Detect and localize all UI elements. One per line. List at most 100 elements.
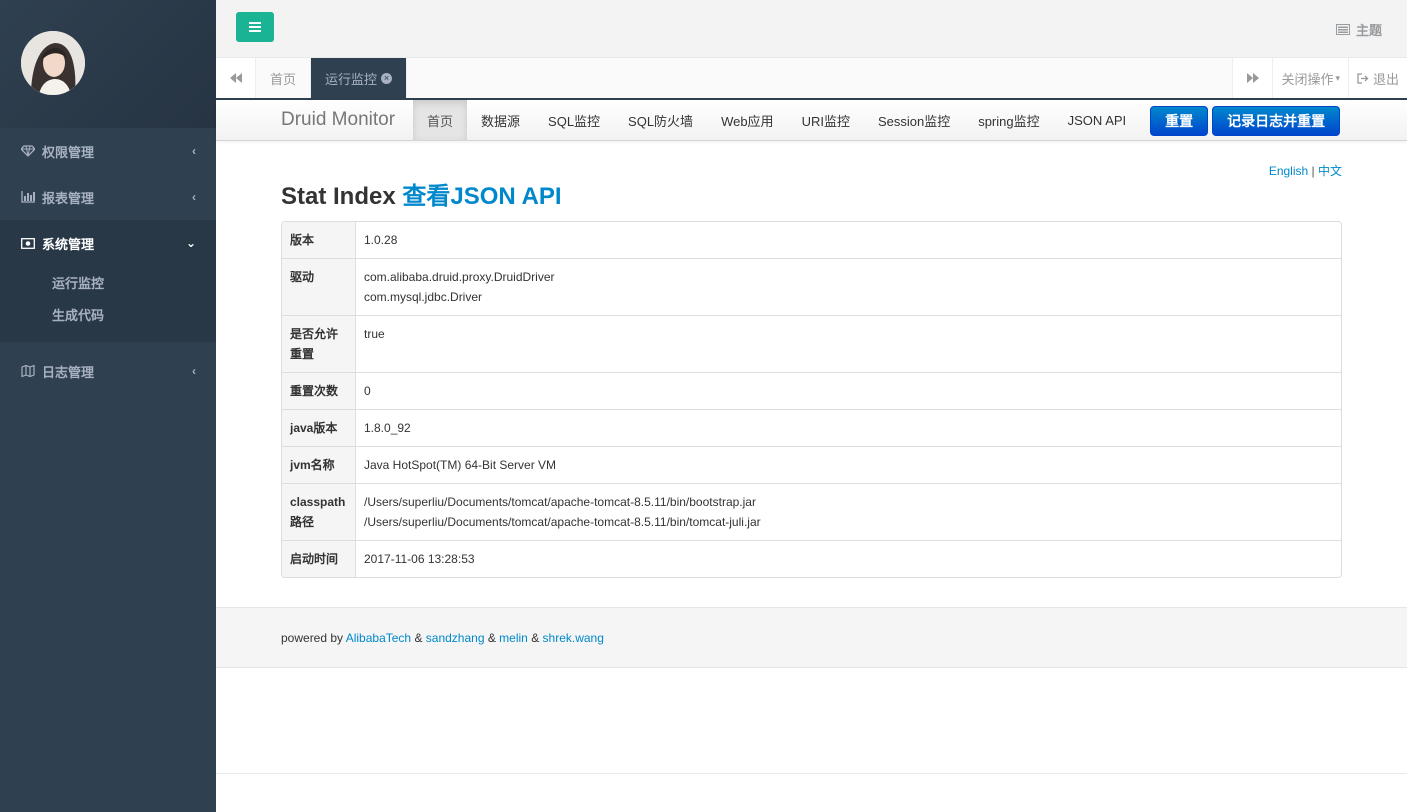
sidebar-subitem-monitor[interactable]: 运行监控: [0, 266, 216, 298]
forward-icon: [1246, 73, 1259, 83]
druid-nav-home[interactable]: 首页: [413, 100, 468, 140]
footer-amp: &: [484, 631, 500, 645]
row-key: classpath路径: [282, 483, 356, 540]
footer-credits: powered by AlibabaTech & sandzhang & mel…: [281, 631, 604, 645]
lang-chinese-link[interactable]: 中文: [1318, 164, 1342, 178]
row-value: 1.8.0_92: [356, 409, 1341, 446]
tabs-scroll-right-button[interactable]: [1232, 58, 1273, 98]
druid-nav-webapp[interactable]: Web应用: [707, 100, 788, 140]
row-value: 0: [356, 372, 1341, 409]
theme-label: 主题: [1355, 23, 1382, 38]
chevron-left-icon: ‹: [192, 364, 196, 378]
druid-nav-sql[interactable]: SQL监控: [534, 100, 614, 140]
row-value-line: com.alibaba.druid.proxy.DruidDriver: [364, 270, 555, 284]
sidebar-submenu: 运行监控 生成代码: [0, 266, 216, 342]
druid-nav-datasource[interactable]: 数据源: [467, 100, 534, 140]
sign-out-icon: [1357, 72, 1369, 84]
sidebar-item-system[interactable]: 系统管理 ⌄: [0, 220, 216, 266]
footer-amp: &: [527, 631, 543, 645]
table-row: classpath路径 /Users/superliu/Documents/to…: [282, 483, 1341, 540]
footer: powered by AlibabaTech & sandzhang & mel…: [216, 607, 1407, 668]
page-tabs: 首页 运行监控 ×: [256, 58, 408, 98]
sidebar-item-permissions[interactable]: 权限管理 ‹: [0, 128, 216, 174]
theme-link[interactable]: 主题: [1335, 20, 1382, 39]
chevron-down-icon: ⌄: [185, 236, 196, 250]
diamond-icon: [20, 144, 36, 158]
json-api-link[interactable]: 查看JSON API: [402, 183, 561, 210]
caret-down-icon: ▾: [1335, 72, 1340, 83]
sidebar-item-reports[interactable]: 报表管理 ‹: [0, 174, 216, 220]
row-key: 版本: [282, 222, 356, 258]
table-row: jvm名称 Java HotSpot(TM) 64-Bit Server VM: [282, 446, 1341, 483]
lang-separator: |: [1308, 164, 1318, 178]
druid-brand[interactable]: Druid Monitor: [281, 109, 395, 131]
tabs-scroll-left-button[interactable]: [216, 58, 256, 98]
row-key: 重置次数: [282, 372, 356, 409]
map-icon: [20, 364, 36, 378]
chevron-left-icon: ‹: [192, 190, 196, 204]
content-frame: Druid Monitor 首页 数据源 SQL监控 SQL防火墙 Web应用 …: [216, 100, 1407, 812]
footer-link-melin[interactable]: melin: [499, 631, 528, 645]
druid-nav-json-api[interactable]: JSON API: [1054, 100, 1141, 140]
sidebar-item-label: 权限管理: [42, 144, 95, 160]
user-avatar[interactable]: [21, 31, 85, 95]
tab-monitor[interactable]: 运行监控 ×: [311, 58, 408, 98]
row-value: com.alibaba.druid.proxy.DruidDriver com.…: [356, 258, 1341, 315]
tab-label: 运行监控: [325, 71, 378, 87]
sidebar-item-label: 报表管理: [42, 190, 95, 206]
logout-label: 退出: [1372, 71, 1399, 87]
top-header: 主题: [216, 0, 1407, 58]
footer-link-shrek[interactable]: shrek.wang: [543, 631, 604, 645]
druid-nav-wall[interactable]: SQL防火墙: [614, 100, 707, 140]
table-row: 是否允许重置 true: [282, 315, 1341, 372]
druid-navbar: Druid Monitor 首页 数据源 SQL监控 SQL防火墙 Web应用 …: [216, 100, 1407, 141]
theme-icon: [1335, 24, 1350, 35]
menu-toggle-button[interactable]: [236, 12, 274, 42]
row-value: 1.0.28: [364, 233, 398, 247]
druid-nav-spring[interactable]: spring监控: [964, 100, 1053, 140]
row-value: 2017-11-06 13:28:53: [356, 540, 1341, 577]
row-value: Java HotSpot(TM) 64-Bit Server VM: [356, 446, 1341, 483]
bars-icon: [249, 22, 261, 32]
close-ops-label: 关闭操作: [1281, 71, 1334, 87]
sidebar: 权限管理 ‹ 报表管理 ‹ 系统管理 ⌄ 运行监控 生成代码 日志管理 ‹: [0, 0, 216, 812]
row-value: /Users/superliu/Documents/tomcat/apache-…: [356, 483, 1341, 540]
close-operations-dropdown[interactable]: 关闭操作 ▾: [1272, 58, 1348, 98]
sidebar-group-system: 系统管理 ⌄ 运行监控 生成代码: [0, 220, 216, 342]
reset-button[interactable]: 重置: [1150, 106, 1209, 136]
table-row: 版本 1.0.28: [282, 222, 1341, 258]
table-row: 重置次数 0: [282, 372, 1341, 409]
tab-home[interactable]: 首页: [256, 58, 312, 98]
row-key: 驱动: [282, 258, 356, 315]
druid-nav-menu: 首页 数据源 SQL监控 SQL防火墙 Web应用 URI监控 Session监…: [413, 100, 1341, 140]
row-value: true: [356, 315, 1341, 372]
tabs-right-controls: 关闭操作 ▾ 退出: [1232, 58, 1407, 98]
logout-button[interactable]: 退出: [1347, 58, 1407, 98]
druid-nav-session[interactable]: Session监控: [864, 100, 964, 140]
row-value-line: /Users/superliu/Documents/tomcat/apache-…: [364, 515, 761, 529]
tabs-bar: 首页 运行监控 × 关闭操作 ▾ 退出: [216, 58, 1407, 100]
sidebar-subitem-codegen[interactable]: 生成代码: [0, 298, 216, 330]
page-title-text: Stat Index: [281, 183, 396, 210]
table-row: 启动时间 2017-11-06 13:28:53: [282, 540, 1341, 577]
stat-table: 版本 1.0.28 驱动 com.alibaba.druid.proxy.Dru…: [281, 221, 1342, 578]
profile-area: [0, 0, 216, 128]
row-key: jvm名称: [282, 446, 356, 483]
backward-icon: [229, 73, 242, 83]
tab-label: 首页: [270, 71, 297, 87]
footer-powered: powered by: [281, 631, 346, 645]
row-value-line: /Users/superliu/Documents/tomcat/apache-…: [364, 495, 756, 509]
page-title: Stat Index 查看JSON API: [281, 176, 562, 211]
table-row: java版本 1.8.0_92: [282, 409, 1341, 446]
lang-english-link[interactable]: English: [1269, 164, 1308, 178]
footer-link-alibabatech[interactable]: AlibabaTech: [346, 631, 411, 645]
chevron-left-icon: ‹: [192, 144, 196, 158]
sidebar-item-logs[interactable]: 日志管理 ‹: [0, 348, 216, 394]
druid-nav-uri[interactable]: URI监控: [788, 100, 864, 140]
row-key: 是否允许重置: [282, 315, 356, 372]
log-and-reset-button[interactable]: 记录日志并重置: [1212, 106, 1341, 136]
sidebar-item-label: 系统管理: [42, 236, 95, 252]
footer-link-sandzhang[interactable]: sandzhang: [426, 631, 485, 645]
language-switch: English | 中文: [1269, 162, 1342, 179]
close-tab-icon[interactable]: ×: [381, 72, 393, 84]
